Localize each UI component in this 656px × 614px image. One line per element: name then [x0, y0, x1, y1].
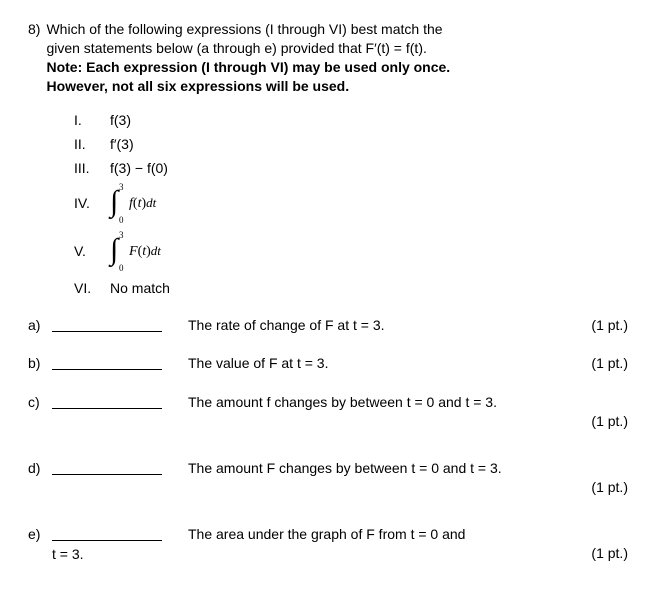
question-label: a): [28, 316, 52, 335]
note-line-2: However, not all six expressions will be…: [46, 78, 349, 94]
upper-limit: 3: [119, 181, 124, 193]
integrand: f(t)dt: [129, 194, 156, 214]
upper-limit: 3: [119, 229, 124, 241]
points: (1 pt.): [581, 412, 628, 431]
question-text: The value of F at t = 3.: [188, 354, 581, 373]
expression-I: I. f(3): [74, 110, 628, 132]
problem-number: 8): [28, 20, 40, 39]
answer-blank[interactable]: [52, 525, 162, 541]
roman-numeral: I.: [74, 111, 110, 130]
expression-text: f′(3): [110, 135, 628, 154]
expression-VI: VI. No match: [74, 278, 628, 300]
question-c: c) The amount f changes by between t = 0…: [28, 393, 628, 431]
question-d: d) The amount F changes by between t = 0…: [28, 459, 628, 497]
question-label: d): [28, 459, 52, 478]
integral-sign-icon: ∫ 3 0: [110, 185, 122, 223]
roman-numeral: II.: [74, 135, 110, 154]
expression-text: No match: [110, 279, 628, 298]
question-e-continuation: t = 3.: [52, 545, 84, 564]
expression-IV: IV. ∫ 3 0 f(t)dt: [74, 182, 628, 226]
question-e-line2: t = 3. (1 pt.): [28, 544, 628, 564]
expression-III: III. f(3) − f(0): [74, 158, 628, 180]
question-label: e): [28, 525, 52, 544]
questions-block: a) The rate of change of F at t = 3. (1 …: [28, 316, 628, 564]
integral-sign-icon: ∫ 3 0: [110, 233, 122, 271]
roman-numeral: VI.: [74, 279, 110, 298]
question-text: The rate of change of F at t = 3.: [188, 316, 581, 335]
stem-line-1: Which of the following expressions (I th…: [46, 21, 442, 37]
lower-limit: 0: [119, 262, 124, 274]
question-label: c): [28, 393, 52, 412]
question-text: The area under the graph of F from t = 0…: [188, 525, 628, 544]
integrand: F(t)dt: [129, 242, 161, 262]
roman-numeral: V.: [74, 242, 110, 261]
integral-expression: ∫ 3 0 F(t)dt: [110, 233, 628, 271]
problem-header: 8) Which of the following expressions (I…: [28, 20, 628, 96]
question-e: e) The area under the graph of F from t …: [28, 525, 628, 544]
expression-text: f(3): [110, 111, 628, 130]
points: (1 pt.): [581, 316, 628, 335]
question-label: b): [28, 354, 52, 373]
points: (1 pt.): [581, 544, 628, 564]
question-a: a) The rate of change of F at t = 3. (1 …: [28, 316, 628, 335]
expression-V: V. ∫ 3 0 F(t)dt: [74, 230, 628, 274]
lower-limit: 0: [119, 214, 124, 226]
answer-blank[interactable]: [52, 459, 162, 475]
roman-numeral: IV.: [74, 194, 110, 213]
integral-expression: ∫ 3 0 f(t)dt: [110, 185, 628, 223]
expression-II: II. f′(3): [74, 134, 628, 156]
roman-numeral: III.: [74, 159, 110, 178]
answer-blank[interactable]: [52, 354, 162, 370]
problem-stem: Which of the following expressions (I th…: [46, 20, 628, 96]
expression-list: I. f(3) II. f′(3) III. f(3) − f(0) IV. ∫…: [74, 110, 628, 300]
answer-blank[interactable]: [52, 316, 162, 332]
question-b: b) The value of F at t = 3. (1 pt.): [28, 354, 628, 373]
question-text: The amount F changes by between t = 0 an…: [188, 459, 628, 478]
points: (1 pt.): [581, 354, 628, 373]
answer-blank[interactable]: [52, 393, 162, 409]
note-line-1: Note: Each expression (I through VI) may…: [46, 59, 450, 75]
points: (1 pt.): [581, 478, 628, 497]
expression-text: f(3) − f(0): [110, 159, 628, 178]
stem-line-2: given statements below (a through e) pro…: [46, 40, 426, 56]
question-text: The amount f changes by between t = 0 an…: [188, 393, 628, 412]
